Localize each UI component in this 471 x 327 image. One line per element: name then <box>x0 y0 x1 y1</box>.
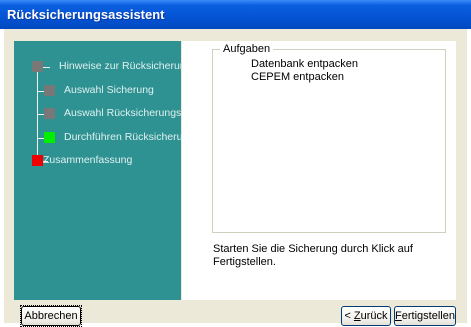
step-label: Zusammenfassung <box>43 154 133 166</box>
finish-button[interactable]: Fertigstellen <box>394 306 456 326</box>
step-done-marker-icon <box>44 85 55 96</box>
tasks-legend: Aufgaben <box>220 43 274 55</box>
step-done-marker-icon <box>44 108 55 119</box>
wizard-steps-panel <box>14 41 181 300</box>
cancel-button-label: Abbrechen <box>20 305 82 327</box>
step-current-marker-icon <box>44 132 55 143</box>
back-button[interactable]: < Zurück <box>341 306 391 326</box>
title-bar: Rücksicherungsassistent <box>0 0 471 29</box>
step-label: Hinweise zur Rücksicherung <box>59 60 192 72</box>
finish-hint-text: Starten Sie die Sicherung durch Klick au… <box>213 243 413 268</box>
step-label: Auswahl Sicherung <box>64 84 154 96</box>
step-label: Auswahl Rücksicherungsart <box>64 107 194 119</box>
tasks-groupbox: Aufgaben Datenbank entpacken CEPEM entpa… <box>212 43 446 233</box>
finish-button-label: Fertigstellen <box>395 310 455 322</box>
cancel-button[interactable]: Abbrechen <box>20 305 82 327</box>
task-item: Datenbank entpacken <box>251 58 359 70</box>
step-done-marker-icon <box>32 61 43 72</box>
window-title: Rücksicherungsassistent <box>7 7 165 22</box>
step-final-marker-icon <box>32 155 43 166</box>
task-item: CEPEM entpacken <box>251 71 344 83</box>
steps-connector-line <box>37 67 38 164</box>
step-label: Durchführen Rücksicherung <box>64 131 195 143</box>
back-button-label: < Zurück <box>344 310 388 322</box>
